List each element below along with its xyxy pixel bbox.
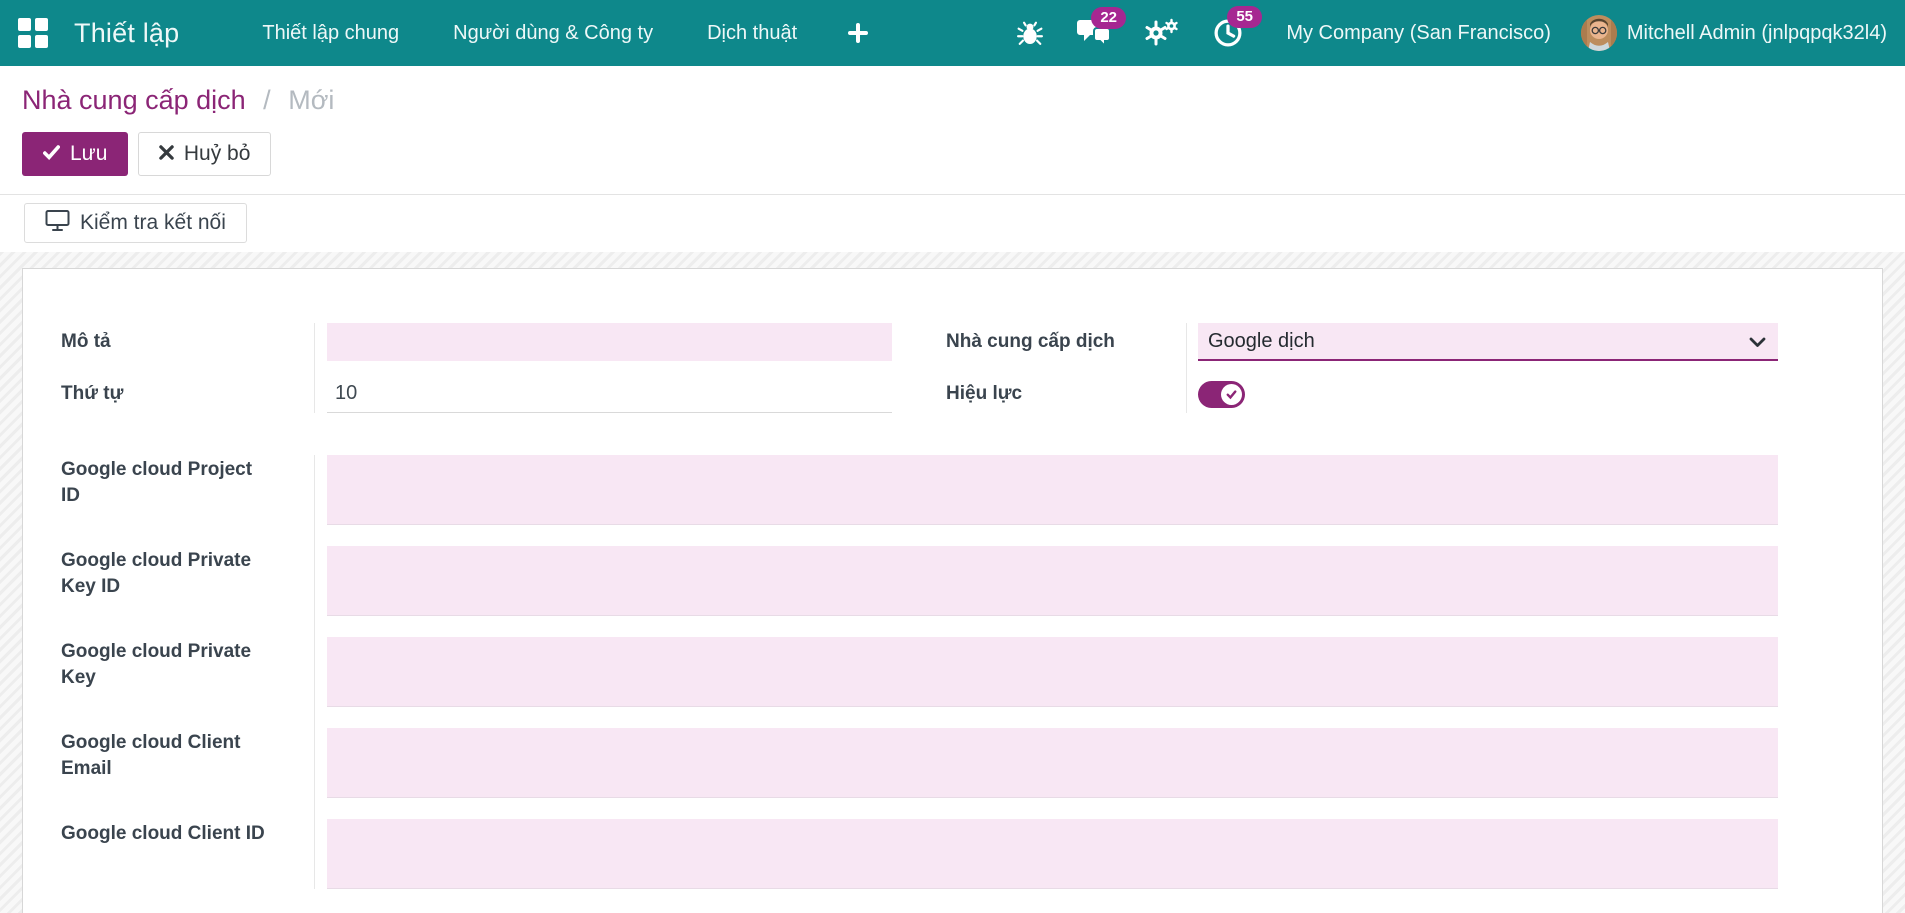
active-label: Hiệu lực: [946, 383, 1023, 404]
google-private-key-input[interactable]: [327, 637, 1778, 707]
apps-grid-icon[interactable]: [18, 18, 48, 48]
chevron-down-icon: [1749, 337, 1766, 347]
group-google-credentials: Google cloud Project ID Google cloud Pri…: [61, 455, 1778, 889]
provider-select[interactable]: Google dịch: [1198, 323, 1778, 361]
breadcrumb-current: Mới: [288, 85, 335, 115]
gears-icon[interactable]: [1145, 18, 1179, 48]
menu-users-companies[interactable]: Người dùng & Công ty: [426, 0, 680, 66]
user-avatar[interactable]: [1580, 15, 1617, 51]
google-private-key-id-label: Google cloud Private Key ID: [61, 550, 252, 597]
messages-icon[interactable]: 22: [1077, 7, 1127, 47]
toggle-check-icon: [1221, 384, 1242, 405]
google-private-key-id-input[interactable]: [327, 546, 1778, 616]
google-project-id-input[interactable]: [327, 455, 1778, 525]
breadcrumb-parent-link[interactable]: Nhà cung cấp dịch: [22, 85, 246, 115]
activities-clock-icon[interactable]: 55: [1213, 6, 1263, 48]
bug-icon[interactable]: [1017, 20, 1044, 46]
menu-general-settings[interactable]: Thiết lập chung: [235, 0, 426, 66]
description-label: Mô tả: [61, 331, 111, 352]
user-menu[interactable]: Mitchell Admin (jnlpqpqk32l4): [1627, 22, 1887, 45]
active-toggle[interactable]: [1198, 381, 1245, 408]
form-sheet: Mô tả Thứ tự 10 Nhà cung cấp dịch Google…: [22, 268, 1883, 913]
google-client-email-input[interactable]: [327, 728, 1778, 798]
menu-translation[interactable]: Dịch thuật: [680, 0, 824, 66]
app-title[interactable]: Thiết lập: [74, 18, 179, 49]
description-input[interactable]: [327, 323, 892, 361]
activities-badge: 55: [1227, 6, 1263, 28]
save-button[interactable]: Lưu: [22, 132, 129, 176]
google-client-id-input[interactable]: [327, 819, 1778, 889]
group-main-left: Mô tả Thứ tự 10: [61, 323, 892, 413]
google-client-id-label: Google cloud Client ID: [61, 823, 265, 844]
form-view-background: Mô tả Thứ tự 10 Nhà cung cấp dịch Google…: [0, 252, 1905, 913]
provider-label: Nhà cung cấp dịch: [946, 331, 1115, 352]
control-panel: Nhà cung cấp dịch / Mới Lưu Huỷ bỏ: [0, 66, 1905, 195]
google-client-email-label: Google cloud Client Email: [61, 732, 241, 779]
test-connection-button[interactable]: Kiểm tra kết nối: [24, 203, 247, 243]
monitor-icon: [45, 209, 70, 238]
plus-icon[interactable]: [824, 23, 892, 43]
cancel-button[interactable]: Huỷ bỏ: [137, 132, 272, 176]
company-switcher[interactable]: My Company (San Francisco): [1286, 22, 1551, 45]
statusbar: Kiểm tra kết nối: [0, 195, 1905, 252]
sequence-label: Thứ tự: [61, 383, 124, 404]
group-main-right: Nhà cung cấp dịch Google dịch Hiệu lực: [946, 323, 1778, 413]
messages-badge: 22: [1091, 7, 1127, 29]
top-navbar: Thiết lập Thiết lập chung Người dùng & C…: [0, 0, 1905, 66]
google-project-id-label: Google cloud Project ID: [61, 459, 253, 506]
google-private-key-label: Google cloud Private Key: [61, 641, 252, 688]
check-icon: [43, 142, 60, 166]
x-icon: [159, 142, 174, 166]
sequence-input[interactable]: 10: [327, 375, 892, 413]
breadcrumb-separator: /: [263, 85, 271, 115]
breadcrumb: Nhà cung cấp dịch / Mới: [22, 82, 1905, 118]
